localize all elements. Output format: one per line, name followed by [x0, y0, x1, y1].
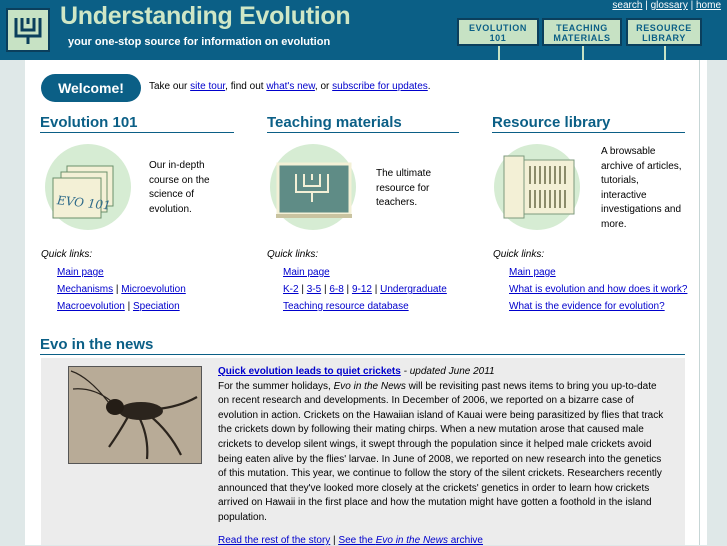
- quick-links-row: Macroevolution | Speciation: [57, 301, 180, 312]
- evolution-101-description: Our in-depth course on the science of ev…: [149, 160, 210, 215]
- link-macroevolution[interactable]: Macroevolution: [57, 301, 125, 312]
- evolution-101-heading[interactable]: Evolution 101: [40, 114, 234, 133]
- welcome-text: Take our site tour, find out what's new,…: [149, 81, 431, 92]
- site-tagline: your one-stop source for information on …: [68, 36, 331, 48]
- link-main-page[interactable]: Main page: [283, 267, 330, 278]
- nav-tab-evolution-101[interactable]: EVOLUTION 101: [457, 18, 539, 60]
- link-main-page[interactable]: Main page: [509, 267, 556, 278]
- whats-new-link[interactable]: what's new: [266, 81, 315, 92]
- top-links: search | glossary | home: [612, 0, 721, 11]
- welcome-button[interactable]: Welcome!: [41, 74, 141, 102]
- cricket-photo[interactable]: [68, 366, 202, 464]
- site-header: Understanding Evolution your one-stop so…: [0, 0, 727, 60]
- nav-tab-label: 101: [489, 33, 507, 43]
- quick-links-row: Main page: [283, 267, 330, 278]
- right-sidebar-strip: [699, 60, 707, 545]
- site-logo-icon[interactable]: [6, 8, 50, 52]
- quick-links-row: Mechanisms | Microevolution: [57, 284, 186, 295]
- news-archive-link[interactable]: See the Evo in the News archive: [338, 535, 483, 546]
- quick-links-row: K-2 | 3-5 | 6-8 | 9-12 | Undergraduate: [283, 284, 447, 295]
- link-6-8[interactable]: 6-8: [329, 284, 343, 295]
- glossary-link[interactable]: glossary: [651, 0, 688, 11]
- site-title[interactable]: Understanding Evolution: [60, 2, 351, 31]
- link-main-page[interactable]: Main page: [57, 267, 104, 278]
- nav-tab-label: TEACHING: [556, 23, 608, 33]
- link-evidence-for-evolution[interactable]: What is the evidence for evolution?: [509, 301, 665, 312]
- quick-links-row: What is evolution and how does it work?: [509, 284, 687, 295]
- quick-links-row: Main page: [509, 267, 556, 278]
- nav-tab-resource-library[interactable]: RESOURCE LIBRARY: [626, 18, 702, 60]
- news-updated-date: - updated June 2011: [400, 366, 495, 377]
- link-9-12[interactable]: 9-12: [352, 284, 372, 295]
- news-article-title-link[interactable]: Quick evolution leads to quiet crickets: [218, 366, 401, 377]
- nav-tab-teaching-materials[interactable]: TEACHING MATERIALS: [542, 18, 622, 60]
- quick-links-label: Quick links:: [493, 249, 545, 260]
- link-k-2[interactable]: K-2: [283, 284, 299, 295]
- link-microevolution[interactable]: Microevolution: [121, 284, 185, 295]
- news-article: Quick evolution leads to quiet crickets …: [218, 366, 664, 523]
- news-more-links: Read the rest of the story | See the Evo…: [218, 535, 483, 546]
- quick-links-row: Teaching resource database: [283, 301, 409, 312]
- teaching-materials-heading[interactable]: Teaching materials: [267, 114, 459, 133]
- teaching-materials-description: The ultimate resource for teachers.: [376, 168, 432, 208]
- resource-library-heading[interactable]: Resource library: [492, 114, 685, 133]
- search-link[interactable]: search: [612, 0, 642, 11]
- quick-links-label: Quick links:: [267, 249, 319, 260]
- main-content: Welcome! Take our site tour, find out wh…: [25, 60, 699, 546]
- link-mechanisms[interactable]: Mechanisms: [57, 284, 113, 295]
- nav-tab-label: LIBRARY: [642, 33, 686, 43]
- resource-library-description: A browsable archive of articles, tutoria…: [601, 146, 682, 230]
- link-undergraduate[interactable]: Undergraduate: [380, 284, 447, 295]
- link-3-5[interactable]: 3-5: [307, 284, 321, 295]
- quick-links-row: What is the evidence for evolution?: [509, 301, 665, 312]
- folders-icon[interactable]: EVO 101: [45, 144, 131, 230]
- evo-in-the-news-heading[interactable]: Evo in the news: [40, 336, 685, 355]
- subscribe-link[interactable]: subscribe for updates: [332, 81, 428, 92]
- quick-links-row: Main page: [57, 267, 104, 278]
- site-tour-link[interactable]: site tour: [190, 81, 225, 92]
- quick-links-label: Quick links:: [41, 249, 93, 260]
- link-what-is-evolution[interactable]: What is evolution and how does it work?: [509, 284, 687, 295]
- home-link[interactable]: home: [696, 0, 721, 11]
- link-speciation[interactable]: Speciation: [133, 301, 180, 312]
- nav-tab-label: RESOURCE: [636, 23, 692, 33]
- nav-tab-label: EVOLUTION: [469, 23, 527, 33]
- nav-tab-label: MATERIALS: [553, 33, 611, 43]
- link-teaching-resource-database[interactable]: Teaching resource database: [283, 301, 409, 312]
- read-more-link[interactable]: Read the rest of the story: [218, 535, 330, 546]
- bookshelf-icon[interactable]: [494, 144, 580, 230]
- news-box: Quick evolution leads to quiet crickets …: [41, 358, 685, 546]
- chalkboard-icon[interactable]: [270, 144, 356, 230]
